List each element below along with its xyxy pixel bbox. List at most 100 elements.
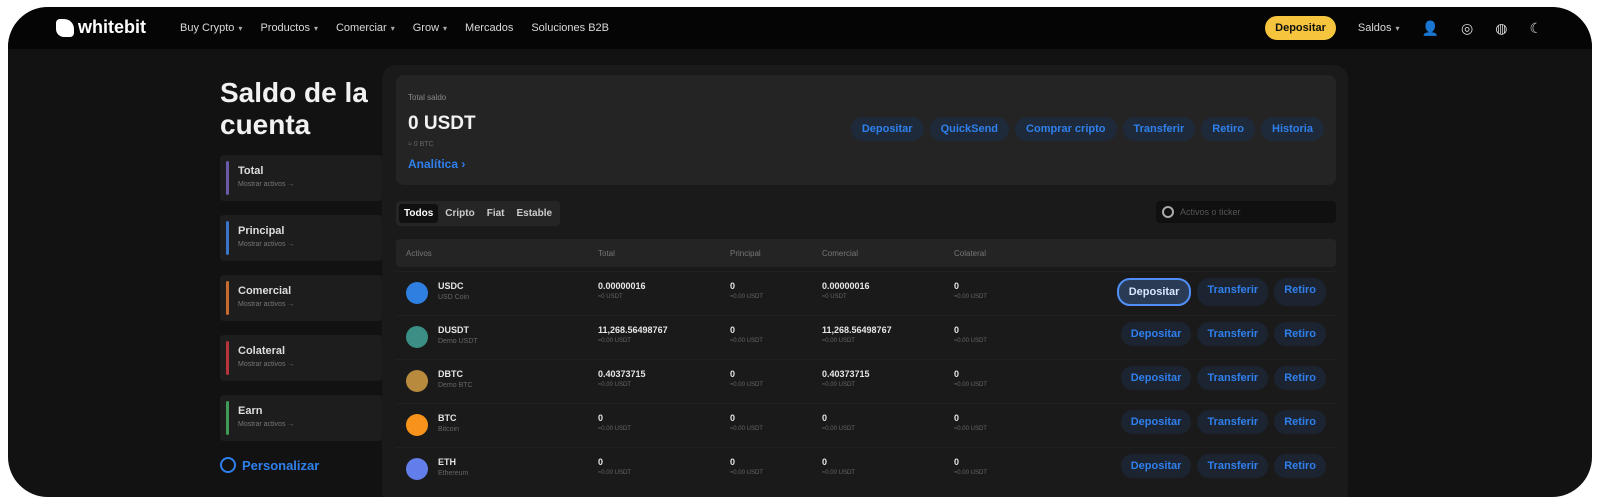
balance-label: Total saldo: [408, 93, 447, 102]
nav-item-productos[interactable]: Productos ▾: [260, 22, 318, 34]
chevron-down-icon: ▾: [390, 23, 395, 33]
sidebar-card-comercial[interactable]: Comercial Mostrar activos →: [220, 275, 382, 321]
row-deposit-button[interactable]: Depositar: [1120, 366, 1192, 390]
app-window: whitebit Buy Crypto ▾ Productos ▾ Comercia…: [8, 7, 1592, 497]
nav-item-soluciones-b2b[interactable]: Soluciones B2B: [531, 22, 609, 34]
colateral-value: 0: [954, 413, 960, 423]
row-withdraw-button[interactable]: Retiro: [1274, 366, 1326, 390]
user-icon[interactable]: 👤: [1422, 20, 1439, 37]
row-transfer-button[interactable]: Transferir: [1197, 454, 1269, 478]
personalize-button[interactable]: Personalizar: [220, 457, 390, 473]
comercial-sub: ≈0 USDT: [822, 294, 847, 300]
balance-actions: Depositar QuickSend Comprar cripto Trans…: [850, 117, 1324, 141]
tab-fiat[interactable]: Fiat: [482, 204, 510, 223]
row-transfer-button[interactable]: Transferir: [1197, 410, 1269, 434]
withdraw-button[interactable]: Retiro: [1201, 117, 1256, 141]
row-transfer-button[interactable]: Transferir: [1197, 366, 1269, 390]
globe-icon[interactable]: ◍: [1495, 20, 1507, 37]
header-comercial[interactable]: Comercial: [822, 249, 858, 258]
nav-item-comerciar[interactable]: Comerciar ▾: [336, 22, 395, 34]
chevron-down-icon: ▾: [238, 23, 243, 33]
nav-item-buy-crypto[interactable]: Buy Crypto ▾: [180, 22, 242, 34]
total-sub: ≈0.00 USDT: [598, 426, 631, 432]
card-link[interactable]: Mostrar activos →: [238, 421, 382, 428]
row-transfer-button[interactable]: Transferir: [1197, 322, 1269, 346]
table-header: Activos Total Principal Comercial Colate…: [396, 239, 1336, 267]
deposit-action-button[interactable]: Depositar: [850, 117, 924, 141]
header-colateral[interactable]: Colateral: [954, 249, 986, 258]
sidebar-card-earn[interactable]: Earn Mostrar activos →: [220, 395, 382, 441]
sidebar-card-principal[interactable]: Principal Mostrar activos →: [220, 215, 382, 261]
asset-symbol: USDC: [438, 281, 464, 291]
table-row: USDC USD Coin 0.00000016 ≈0 USDT 0 ≈0.00…: [396, 271, 1336, 313]
nav-item-grow[interactable]: Grow ▾: [413, 22, 447, 34]
dusdt-icon: [406, 326, 428, 348]
chevron-down-icon: ▾: [1395, 23, 1400, 33]
analytics-link[interactable]: Analítica ›: [408, 157, 465, 171]
card-link[interactable]: Mostrar activos →: [238, 361, 382, 368]
header-total[interactable]: Total: [598, 249, 615, 258]
nav-label: Buy Crypto: [180, 22, 235, 34]
card-label: Comercial: [238, 285, 292, 297]
comercial-value: 0.40373715: [822, 369, 870, 379]
total-sub: ≈0.00 USDT: [598, 338, 631, 344]
quicksend-button[interactable]: QuickSend: [929, 117, 1010, 141]
row-transfer-button[interactable]: Transferir: [1197, 278, 1269, 306]
deposit-button[interactable]: Depositar: [1265, 16, 1336, 40]
row-withdraw-button[interactable]: Retiro: [1274, 454, 1326, 478]
card-accent: [226, 401, 229, 435]
colateral-value: 0: [954, 369, 960, 379]
headset-icon[interactable]: ◎: [1461, 20, 1473, 37]
eth-icon: [406, 458, 428, 480]
nav-right: Depositar Saldos ▾ 👤 ◎ ◍ ☾: [1265, 7, 1542, 49]
colateral-sub: ≈0.00 USDT: [954, 338, 987, 344]
comercial-sub: ≈0.00 USDT: [822, 382, 855, 388]
row-actions: Depositar Transferir Retiro: [1120, 410, 1326, 434]
search-input[interactable]: Activos o ticker: [1156, 201, 1336, 223]
row-deposit-button[interactable]: Depositar: [1116, 278, 1192, 306]
transfer-button[interactable]: Transferir: [1122, 117, 1196, 141]
sidebar-card-colateral[interactable]: Colateral Mostrar activos →: [220, 335, 382, 381]
card-label: Principal: [238, 225, 285, 237]
comercial-value: 0: [822, 413, 828, 423]
history-button[interactable]: Historia: [1261, 117, 1324, 141]
table-row: DUSDT Demo USDT 11,268.56498767 ≈0.00 US…: [396, 315, 1336, 357]
row-deposit-button[interactable]: Depositar: [1120, 410, 1192, 434]
sidebar-card-total[interactable]: Total Mostrar activos →: [220, 155, 382, 201]
nav-item-mercados[interactable]: Mercados: [465, 22, 513, 34]
row-withdraw-button[interactable]: Retiro: [1274, 278, 1326, 306]
comercial-sub: ≈0.00 USDT: [822, 426, 855, 432]
card-link[interactable]: Mostrar activos →: [238, 181, 382, 188]
row-deposit-button[interactable]: Depositar: [1120, 322, 1192, 346]
row-withdraw-button[interactable]: Retiro: [1274, 410, 1326, 434]
btc-icon: [406, 414, 428, 436]
tab-cripto[interactable]: Cripto: [440, 204, 479, 223]
brand-name: whitebit: [78, 17, 146, 37]
principal-value: 0: [730, 369, 736, 379]
balances-menu[interactable]: Saldos ▾: [1358, 22, 1400, 34]
moon-icon[interactable]: ☾: [1529, 20, 1542, 37]
total-value: 0.00000016: [598, 281, 646, 291]
header-activos[interactable]: Activos: [406, 249, 432, 258]
principal-sub: ≈0.00 USDT: [730, 470, 763, 476]
colateral-value: 0: [954, 457, 960, 467]
principal-value: 0: [730, 457, 736, 467]
card-link[interactable]: Mostrar activos →: [238, 241, 382, 248]
row-deposit-button[interactable]: Depositar: [1120, 454, 1192, 478]
balances-label: Saldos: [1357, 22, 1392, 34]
card-link[interactable]: Mostrar activos →: [238, 301, 382, 308]
buy-crypto-button[interactable]: Comprar cripto: [1015, 117, 1117, 141]
brand-logo[interactable]: whitebit: [56, 17, 146, 38]
sidebar: Saldo de la cuenta Total Mostrar activos…: [220, 77, 390, 473]
total-value: 11,268.56498767: [598, 325, 668, 335]
asset-name: Bitcoin: [438, 426, 460, 433]
tab-estable[interactable]: Estable: [512, 204, 558, 223]
search-placeholder: Activos o ticker: [1180, 207, 1241, 217]
header-principal[interactable]: Principal: [730, 249, 761, 258]
row-withdraw-button[interactable]: Retiro: [1274, 322, 1326, 346]
dbtc-icon: [406, 370, 428, 392]
tab-todos[interactable]: Todos: [399, 204, 439, 223]
main-panel: Total saldo 0 USDT ≈ 0 BTC Analítica › D…: [382, 65, 1348, 497]
card-label: Total: [238, 165, 264, 177]
total-value: 0: [598, 457, 604, 467]
